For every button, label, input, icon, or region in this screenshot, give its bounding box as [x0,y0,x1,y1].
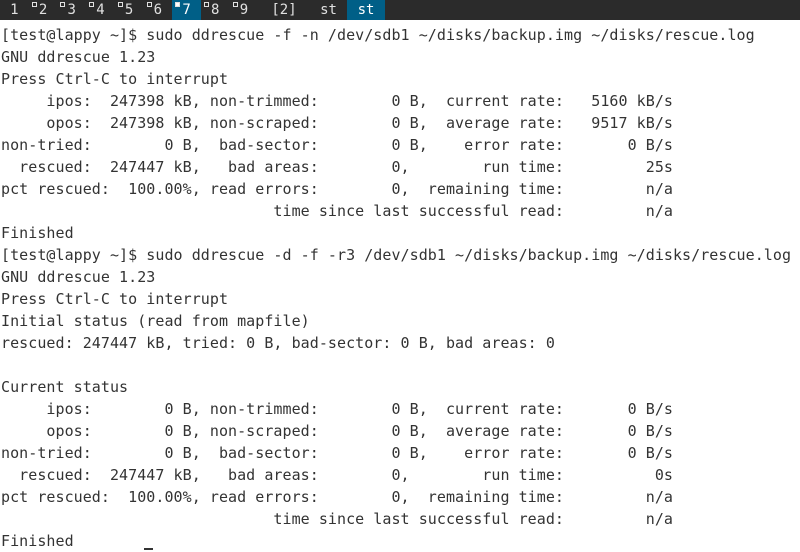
tag-label: 1 [10,2,19,18]
terminal-line: non-tried: 0 B, bad-sector: 0 B, error r… [1,136,673,154]
layout-indicator[interactable]: [2] [262,0,306,20]
terminal-line: non-tried: 0 B, bad-sector: 0 B, error r… [1,444,673,462]
tag-9[interactable]: 9 [230,0,259,20]
window-title[interactable]: st [310,0,347,20]
occupied-indicator-icon [31,2,37,7]
terminal-line: GNU ddrescue 1.23 [1,268,156,286]
terminal-line: ipos: 247398 kB, non-trimmed: 0 B, curre… [1,92,673,110]
terminal-line: [test@lappy ~]$ sudo ddrescue -f -n /dev… [1,26,755,44]
terminal-line: [test@lappy ~]$ sudo ddrescue -d -f -r3 … [1,246,792,264]
terminal-line: ipos: 0 B, non-trimmed: 0 B, current rat… [1,400,673,418]
terminal-output[interactable]: [test@lappy ~]$ sudo ddrescue -f -n /dev… [1,24,791,552]
status-bar: 1 2 3 4 5 6 7 8 9 [2] st st [0,0,800,20]
occupied-indicator-icon [60,2,66,7]
tag-2[interactable]: 2 [29,0,58,20]
terminal-line: Press Ctrl-C to interrupt [1,70,229,88]
tag-7[interactable]: 7 [172,0,201,20]
terminal-line: rescued: 247447 kB, tried: 0 B, bad-sect… [1,334,555,352]
terminal-cursor [144,548,153,550]
occupied-indicator-icon [89,2,95,7]
window-title[interactable]: st [347,0,385,20]
terminal-line: Finished [1,224,74,242]
tag-3[interactable]: 3 [57,0,86,20]
occupied-indicator-icon [146,2,152,7]
tag-1[interactable]: 1 [0,0,29,20]
terminal-line: opos: 0 B, non-scraped: 0 B, average rat… [1,422,673,440]
terminal-line: time since last successful read: n/a [1,510,673,528]
tag-label: 4 [96,2,105,18]
terminal-line: pct rescued: 100.00%, read errors: 0, re… [1,180,673,198]
tag-label: 2 [38,2,48,18]
tag-label: 3 [67,2,76,18]
occupied-indicator-icon [232,2,238,7]
occupied-indicator-icon [203,2,209,7]
terminal-line: Initial status (read from mapfile) [1,312,310,330]
terminal-line: Finished [1,532,74,550]
tag-label: 8 [211,2,220,18]
terminal-line: time since last successful read: n/a [1,202,673,220]
tag-label: 7 [182,2,191,18]
terminal-line: opos: 247398 kB, non-scraped: 0 B, avera… [1,114,673,132]
terminal-line: Current status [1,378,129,396]
tag-label: 9 [239,2,249,18]
terminal-line: Press Ctrl-C to interrupt [1,290,229,308]
occupied-indicator-icon [175,2,181,7]
occupied-indicator-icon [117,2,123,7]
tag-5[interactable]: 5 [115,0,144,20]
tag-6[interactable]: 6 [144,0,173,20]
terminal-line: GNU ddrescue 1.23 [1,48,156,66]
tag-label: 6 [153,2,163,18]
terminal-line: rescued: 247447 kB, bad areas: 0, run ti… [1,466,673,484]
tag-label: 5 [124,2,134,18]
tag-4[interactable]: 4 [86,0,115,20]
terminal-line: pct rescued: 100.00%, read errors: 0, re… [1,488,673,506]
terminal-line: rescued: 247447 kB, bad areas: 0, run ti… [1,158,673,176]
tag-8[interactable]: 8 [201,0,230,20]
